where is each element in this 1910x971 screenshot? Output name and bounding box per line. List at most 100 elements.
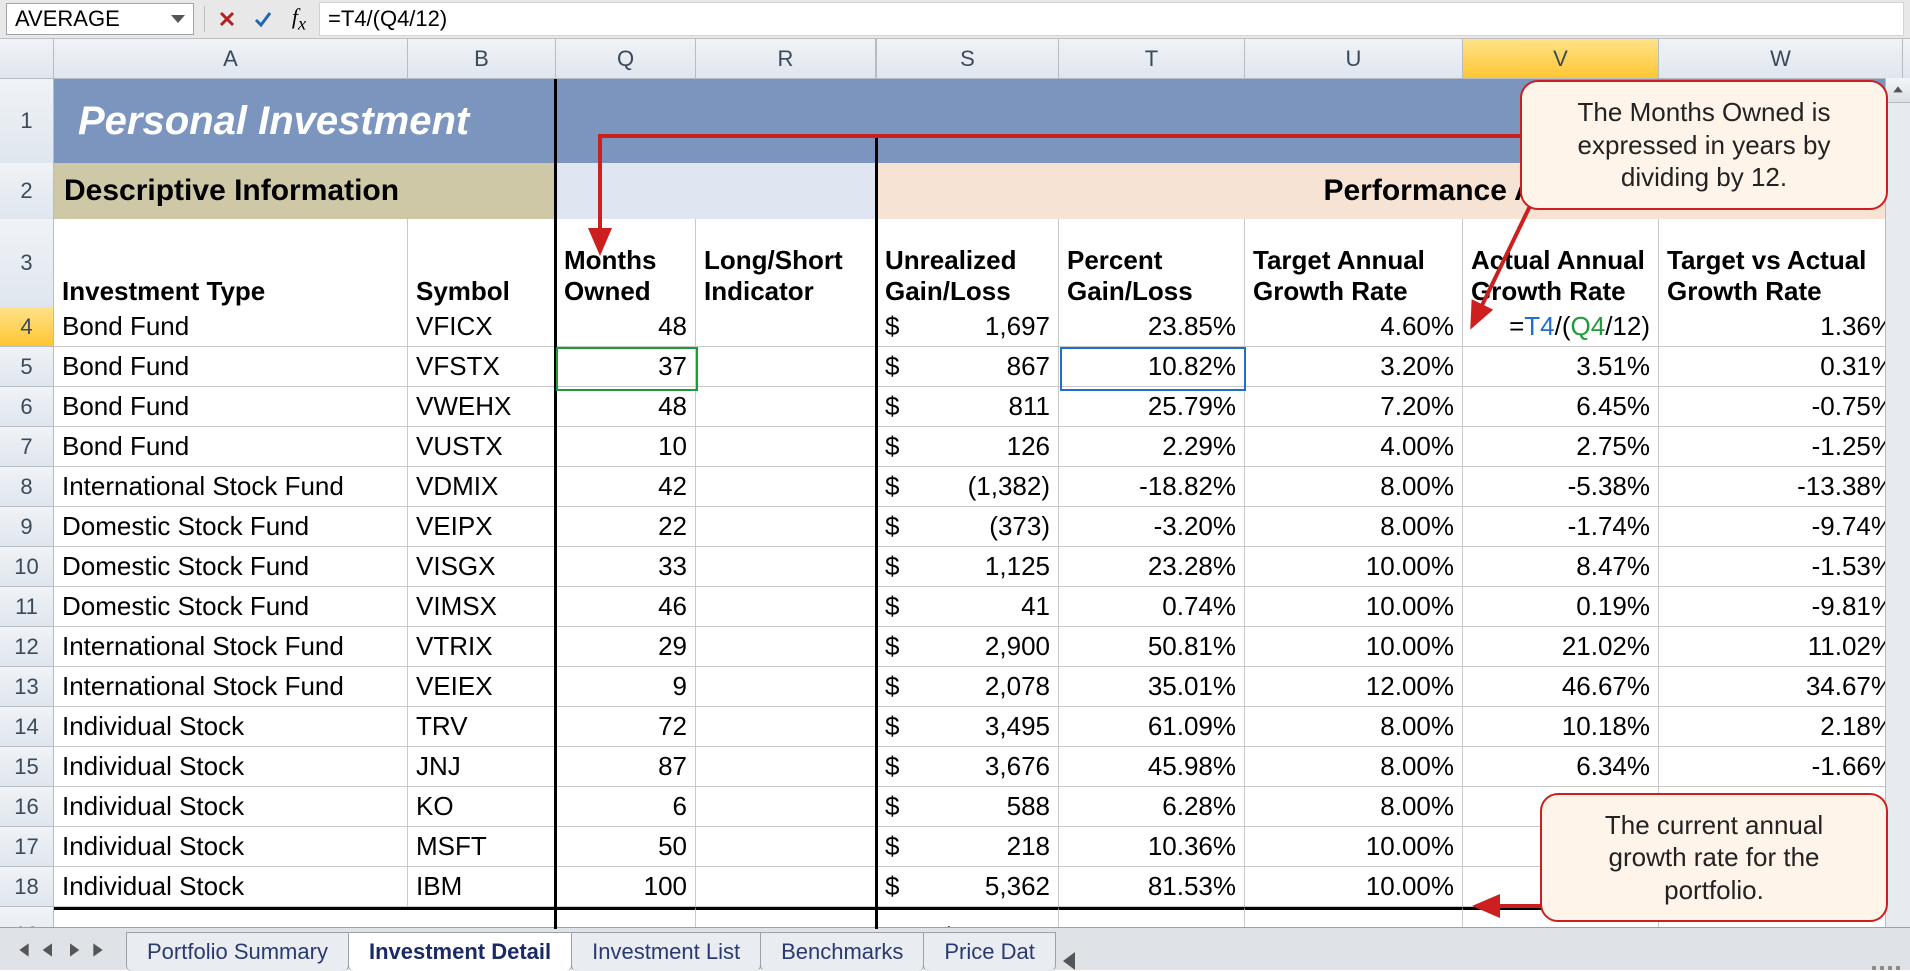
cell-A12[interactable]: International Stock Fund [54,627,408,667]
cell-R9[interactable] [696,507,876,547]
cell-V4[interactable]: =T4/(Q4/12) [1463,307,1659,347]
cell-W8[interactable]: -13.38% [1659,467,1903,507]
cell-T8[interactable]: -18.82% [1059,467,1245,507]
cell-Q18[interactable]: 100 [556,867,696,907]
cell-S9[interactable]: $(373) [877,507,1059,547]
tab-prev-icon[interactable] [40,938,56,964]
cell-Q14[interactable]: 72 [556,707,696,747]
sheet-tab-investment-list[interactable]: Investment List [571,932,761,971]
cell-Q15[interactable]: 87 [556,747,696,787]
cell-B13[interactable]: VEIEX [408,667,556,707]
row-header-19[interactable]: 19 [0,907,54,929]
cell-T15[interactable]: 45.98% [1059,747,1245,787]
cell-U18[interactable]: 10.00% [1245,867,1463,907]
scroll-up-icon[interactable] [1886,78,1910,103]
cell-Q10[interactable]: 33 [556,547,696,587]
row-header-8[interactable]: 8 [0,467,54,507]
cell-T18[interactable]: 81.53% [1059,867,1245,907]
cell-B11[interactable]: VIMSX [408,587,556,627]
cell-S5[interactable]: $867 [877,347,1059,387]
cell-U12[interactable]: 10.00% [1245,627,1463,667]
cell-V7[interactable]: 2.75% [1463,427,1659,467]
row-header-4[interactable]: 4 [0,307,54,347]
col-header-V[interactable]: V [1463,39,1659,79]
cell-Q4[interactable]: 48 [556,307,696,347]
row-header-13[interactable]: 13 [0,667,54,707]
cell-Q17[interactable]: 50 [556,827,696,867]
cell-T17[interactable]: 10.36% [1059,827,1245,867]
name-box[interactable]: AVERAGE [6,3,194,35]
cell-S14[interactable]: $3,495 [877,707,1059,747]
cell-T11[interactable]: 0.74% [1059,587,1245,627]
col-header-U[interactable]: U [1245,39,1463,79]
cell-W6[interactable]: -0.75% [1659,387,1903,427]
cell-W15[interactable]: -1.66% [1659,747,1903,787]
cell-B5[interactable]: VFSTX [408,347,556,387]
row-header-3[interactable]: 3 [0,219,54,308]
cell-A13[interactable]: International Stock Fund [54,667,408,707]
cell-S10[interactable]: $1,125 [877,547,1059,587]
cell-S7[interactable]: $126 [877,427,1059,467]
name-box-dropdown-icon[interactable] [171,15,185,23]
cell-T6[interactable]: 25.79% [1059,387,1245,427]
col-header-S[interactable]: S [877,39,1059,79]
cell-Q5[interactable]: 37 [556,347,696,387]
cell-R6[interactable] [696,387,876,427]
cell-T13[interactable]: 35.01% [1059,667,1245,707]
cell-W14[interactable]: 2.18% [1659,707,1903,747]
col-header-R[interactable]: R [696,39,876,79]
cell-V10[interactable]: 8.47% [1463,547,1659,587]
col-header-X[interactable]: X [1903,39,1910,79]
cell-Q6[interactable]: 48 [556,387,696,427]
cell-V9[interactable]: -1.74% [1463,507,1659,547]
fx-icon[interactable]: fx [286,6,312,32]
cell-W13[interactable]: 34.67% [1659,667,1903,707]
tab-next-icon[interactable] [66,938,82,964]
row-header-11[interactable]: 11 [0,587,54,627]
cell-U6[interactable]: 7.20% [1245,387,1463,427]
cell-U7[interactable]: 4.00% [1245,427,1463,467]
cell-T9[interactable]: -3.20% [1059,507,1245,547]
cell-B9[interactable]: VEIPX [408,507,556,547]
cell-W7[interactable]: -1.25% [1659,427,1903,467]
cell-A14[interactable]: Individual Stock [54,707,408,747]
cell-U13[interactable]: 12.00% [1245,667,1463,707]
cell-V12[interactable]: 21.02% [1463,627,1659,667]
tab-scroll-left-icon[interactable] [1063,952,1075,970]
cell-T5[interactable]: 10.82% [1059,347,1245,387]
cell-R8[interactable] [696,467,876,507]
cell-A7[interactable]: Bond Fund [54,427,408,467]
cell-S17[interactable]: $218 [877,827,1059,867]
cell-T4[interactable]: 23.85% [1059,307,1245,347]
cell-W5[interactable]: 0.31% [1659,347,1903,387]
cell-S6[interactable]: $811 [877,387,1059,427]
cell-B4[interactable]: VFICX [408,307,556,347]
cell-B12[interactable]: VTRIX [408,627,556,667]
cell-Q13[interactable]: 9 [556,667,696,707]
cell-R12[interactable] [696,627,876,667]
cell-S11[interactable]: $41 [877,587,1059,627]
cell-V14[interactable]: 10.18% [1463,707,1659,747]
cell-B18[interactable]: IBM [408,867,556,907]
row-header-2[interactable]: 2 [0,163,54,220]
cell-R4[interactable] [696,307,876,347]
tab-grip[interactable] [1872,966,1900,970]
cell-A9[interactable]: Domestic Stock Fund [54,507,408,547]
cell-Q9[interactable]: 22 [556,507,696,547]
cell-V15[interactable]: 6.34% [1463,747,1659,787]
col-header-corner[interactable] [0,39,54,79]
cell-A18[interactable]: Individual Stock [54,867,408,907]
cell-B14[interactable]: TRV [408,707,556,747]
cell-B6[interactable]: VWEHX [408,387,556,427]
tab-first-icon[interactable] [14,938,30,964]
cell-Q7[interactable]: 10 [556,427,696,467]
col-header-Q[interactable]: Q [556,39,696,79]
cell-S8[interactable]: $(1,382) [877,467,1059,507]
cell-A4[interactable]: Bond Fund [54,307,408,347]
cell-U14[interactable]: 8.00% [1245,707,1463,747]
cell-R17[interactable] [696,827,876,867]
cell-T16[interactable]: 6.28% [1059,787,1245,827]
cell-R5[interactable] [696,347,876,387]
cell-R15[interactable] [696,747,876,787]
cell-R7[interactable] [696,427,876,467]
